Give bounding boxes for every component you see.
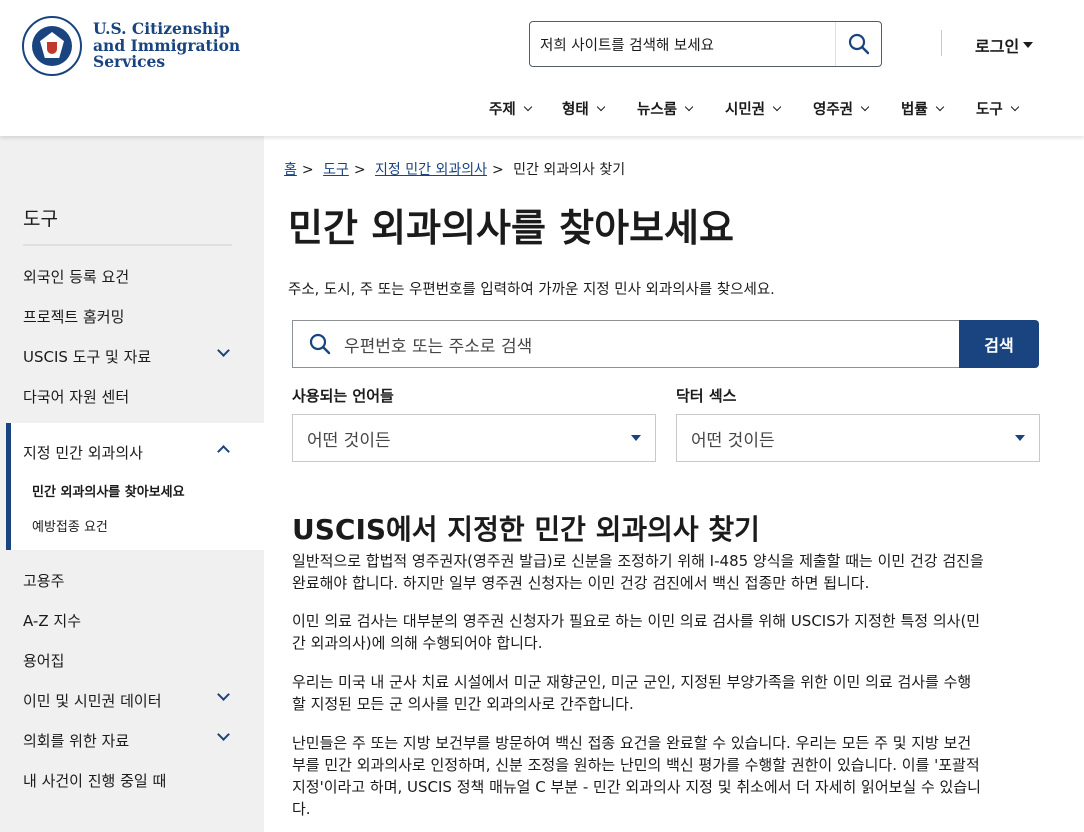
sidebar-item-employers[interactable]: 고용주 xyxy=(23,570,64,591)
page-title: 민간 외과의사를 찾아보세요 xyxy=(288,206,734,250)
sidebar-item-a-z-index[interactable]: A-Z 지수 xyxy=(23,610,81,631)
site-search-input[interactable]: 저희 사이트를 검색해 보세요 xyxy=(530,22,835,66)
nav-laws[interactable]: 법률 xyxy=(901,98,944,119)
breadcrumb-home[interactable]: 홈 xyxy=(284,162,297,178)
uscis-logo[interactable]: U.S. Citizenship and Immigration Service… xyxy=(22,16,240,76)
site-search-button[interactable] xyxy=(835,22,881,66)
paragraph-3: 우리는 미국 내 군사 치료 시설에서 미군 재향군인, 미군 군인, 지정된 … xyxy=(292,673,972,713)
paragraph-4: 난민들은 주 또는 지방 보건부를 방문하여 백신 접종 요건을 완료할 수 있… xyxy=(292,734,981,818)
chevron-down-icon xyxy=(935,102,944,112)
nav-tools[interactable]: 도구 xyxy=(976,98,1019,119)
agency-name: U.S. Citizenship and Immigration Service… xyxy=(93,19,241,72)
chevron-down-icon xyxy=(684,102,694,112)
sidebar-item-uscis-tools[interactable]: USCIS 도구 및 자료 xyxy=(23,346,151,367)
chevron-down-icon xyxy=(860,102,870,112)
site-search: 저희 사이트를 검색해 보세요 xyxy=(529,21,882,67)
language-select[interactable]: 어떤 것이든 xyxy=(292,414,656,462)
sidebar-item-glossary[interactable]: 용어집 xyxy=(23,650,64,671)
chevron-down-icon[interactable] xyxy=(217,728,230,741)
language-filter-label: 사용되는 언어들 xyxy=(292,387,394,405)
doctor-sex-filter-label: 닥터 섹스 xyxy=(676,387,737,405)
main-nav: 주제 형태 뉴스룸 시민권 영주권 법률 도구 xyxy=(0,98,1084,120)
breadcrumb-tools[interactable]: 도구 xyxy=(323,162,349,178)
sidebar-title: 도구 xyxy=(23,208,58,230)
sidebar-divider xyxy=(23,244,232,246)
surgeon-search-input[interactable]: 우편번호 또는 주소로 검색 xyxy=(344,332,532,357)
caret-down-icon xyxy=(1023,42,1034,48)
search-icon xyxy=(309,333,331,355)
sidebar-item-civil-surgeons[interactable]: 지정 민간 외과의사 xyxy=(23,442,143,463)
paragraph-2: 이민 의료 검사는 대부분의 영주권 신청자가 필요로 하는 이민 의료 검사를… xyxy=(292,612,981,652)
dhs-seal-icon xyxy=(22,16,82,76)
surgeon-search-button[interactable]: 검색 xyxy=(959,320,1039,368)
nav-green-card[interactable]: 영주권 xyxy=(813,98,870,119)
chevron-down-icon[interactable] xyxy=(217,688,230,701)
sidebar-item-congress[interactable]: 의회를 위한 자료 xyxy=(23,730,129,751)
sidebar-subitem-find-surgeon[interactable]: 민간 외과의사를 찾아보세요 xyxy=(32,481,185,500)
dropdown-arrow-icon xyxy=(1015,435,1025,441)
nav-topics[interactable]: 주제 xyxy=(489,98,532,119)
dropdown-arrow-icon xyxy=(631,435,641,441)
chevron-down-icon[interactable] xyxy=(217,344,230,357)
surgeon-search-field[interactable]: 우편번호 또는 주소로 검색 xyxy=(292,320,960,368)
header-divider xyxy=(941,30,942,56)
breadcrumb: 홈 > 도구 > 지정 민간 외과의사 > 민간 외과의사 찾기 xyxy=(284,162,626,178)
sidebar-subitem-vaccination[interactable]: 예방접종 요건 xyxy=(32,516,108,535)
chevron-down-icon xyxy=(772,102,782,112)
login-menu[interactable]: 로그인 xyxy=(975,33,1034,57)
sidebar-item-project-homecoming[interactable]: 프로젝트 홈커밍 xyxy=(23,306,124,327)
nav-citizenship[interactable]: 시민권 xyxy=(725,98,782,119)
breadcrumb-civil-surgeons[interactable]: 지정 민간 외과의사 xyxy=(375,162,487,178)
nav-forms[interactable]: 형태 xyxy=(562,98,605,119)
sidebar-item-data[interactable]: 이민 및 시민권 데이터 xyxy=(23,690,162,711)
paragraph-1: 일반적으로 합법적 영주권자(영주권 발급)로 신분을 조정하기 위해 I-48… xyxy=(292,552,984,592)
sidebar-nav: 도구 외국인 등록 요건 프로젝트 홈커밍 USCIS 도구 및 자료 다국어 … xyxy=(0,136,264,832)
breadcrumb-current: 민간 외과의사 찾기 xyxy=(513,162,626,178)
chevron-down-icon xyxy=(1010,102,1019,112)
site-header: U.S. Citizenship and Immigration Service… xyxy=(0,0,1084,136)
sidebar-item-case-pending[interactable]: 내 사건이 진행 중일 때 xyxy=(23,770,166,791)
doctor-sex-select[interactable]: 어떤 것이든 xyxy=(676,414,1040,462)
nav-newsroom[interactable]: 뉴스룸 xyxy=(637,98,694,119)
sidebar-item-alien-registration[interactable]: 외국인 등록 요건 xyxy=(23,266,129,287)
search-icon xyxy=(848,33,870,55)
chevron-down-icon xyxy=(523,102,532,112)
chevron-down-icon xyxy=(596,102,605,112)
section-title: USCIS에서 지정한 민간 외과의사 찾기 xyxy=(292,513,760,546)
sidebar-item-multilingual[interactable]: 다국어 자원 센터 xyxy=(23,386,129,407)
intro-text: 주소, 도시, 주 또는 우편번호를 입력하여 가까운 지정 민사 외과의사를 … xyxy=(288,282,775,298)
